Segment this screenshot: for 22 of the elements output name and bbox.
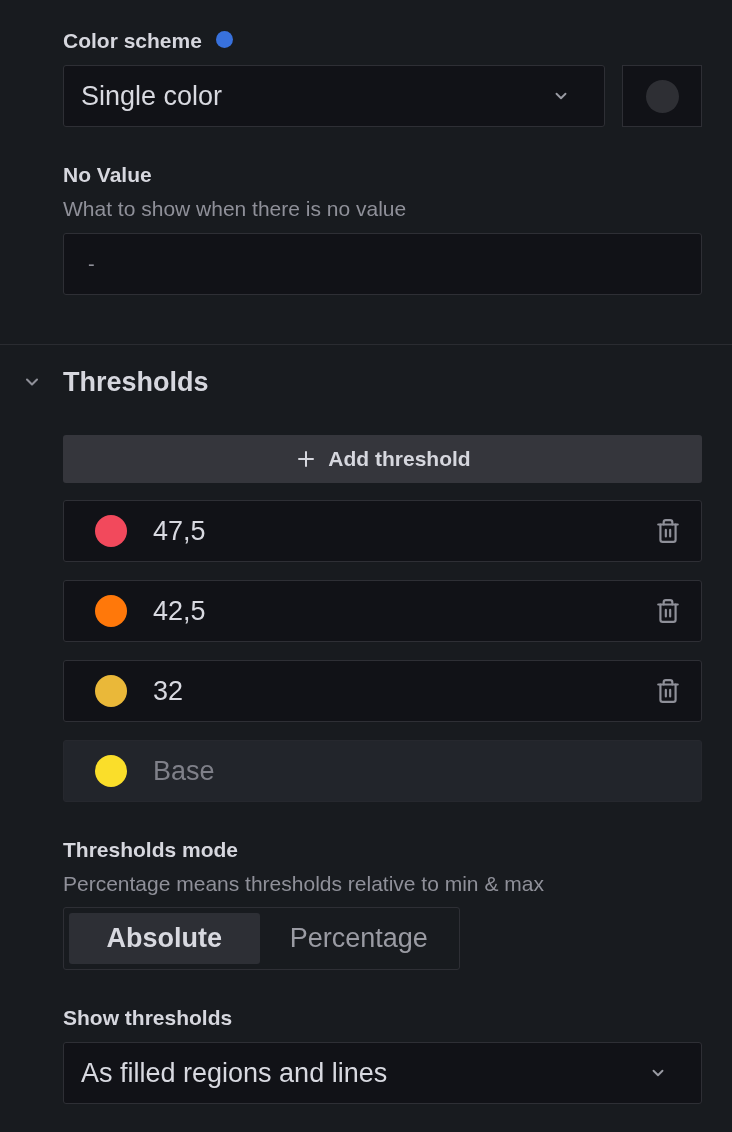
show-thresholds-select[interactable]: As filled regions and lines: [63, 1042, 702, 1104]
field-label: Show thresholds: [63, 1006, 234, 1030]
mode-option[interactable]: Absolute: [69, 913, 260, 964]
field-label: No Value: [63, 163, 153, 187]
trash-icon[interactable]: [655, 518, 681, 544]
field-description: Percentage means thresholds relative to min & max: [63, 872, 545, 896]
base-threshold-input: Base: [63, 740, 702, 802]
trash-icon[interactable]: [655, 598, 681, 624]
threshold-input[interactable]: 32: [63, 660, 702, 722]
section-title[interactable]: Thresholds: [63, 361, 209, 403]
field-label: Color scheme: [63, 29, 202, 53]
field-description: What to show when there is no value: [63, 197, 408, 221]
field-label: Thresholds mode: [63, 838, 240, 862]
add-threshold-button[interactable]: Add threshold: [63, 435, 702, 483]
threshold-input[interactable]: 47,5: [63, 500, 702, 562]
color-picker-button[interactable]: [622, 65, 702, 127]
color-swatch-icon: [645, 79, 679, 113]
color-scheme-select[interactable]: Single color: [63, 65, 605, 127]
no-value-input[interactable]: -: [63, 233, 702, 295]
mode-option[interactable]: Percentage: [263, 913, 454, 964]
trash-icon[interactable]: [655, 678, 681, 704]
threshold-input[interactable]: 42,5: [63, 580, 702, 642]
